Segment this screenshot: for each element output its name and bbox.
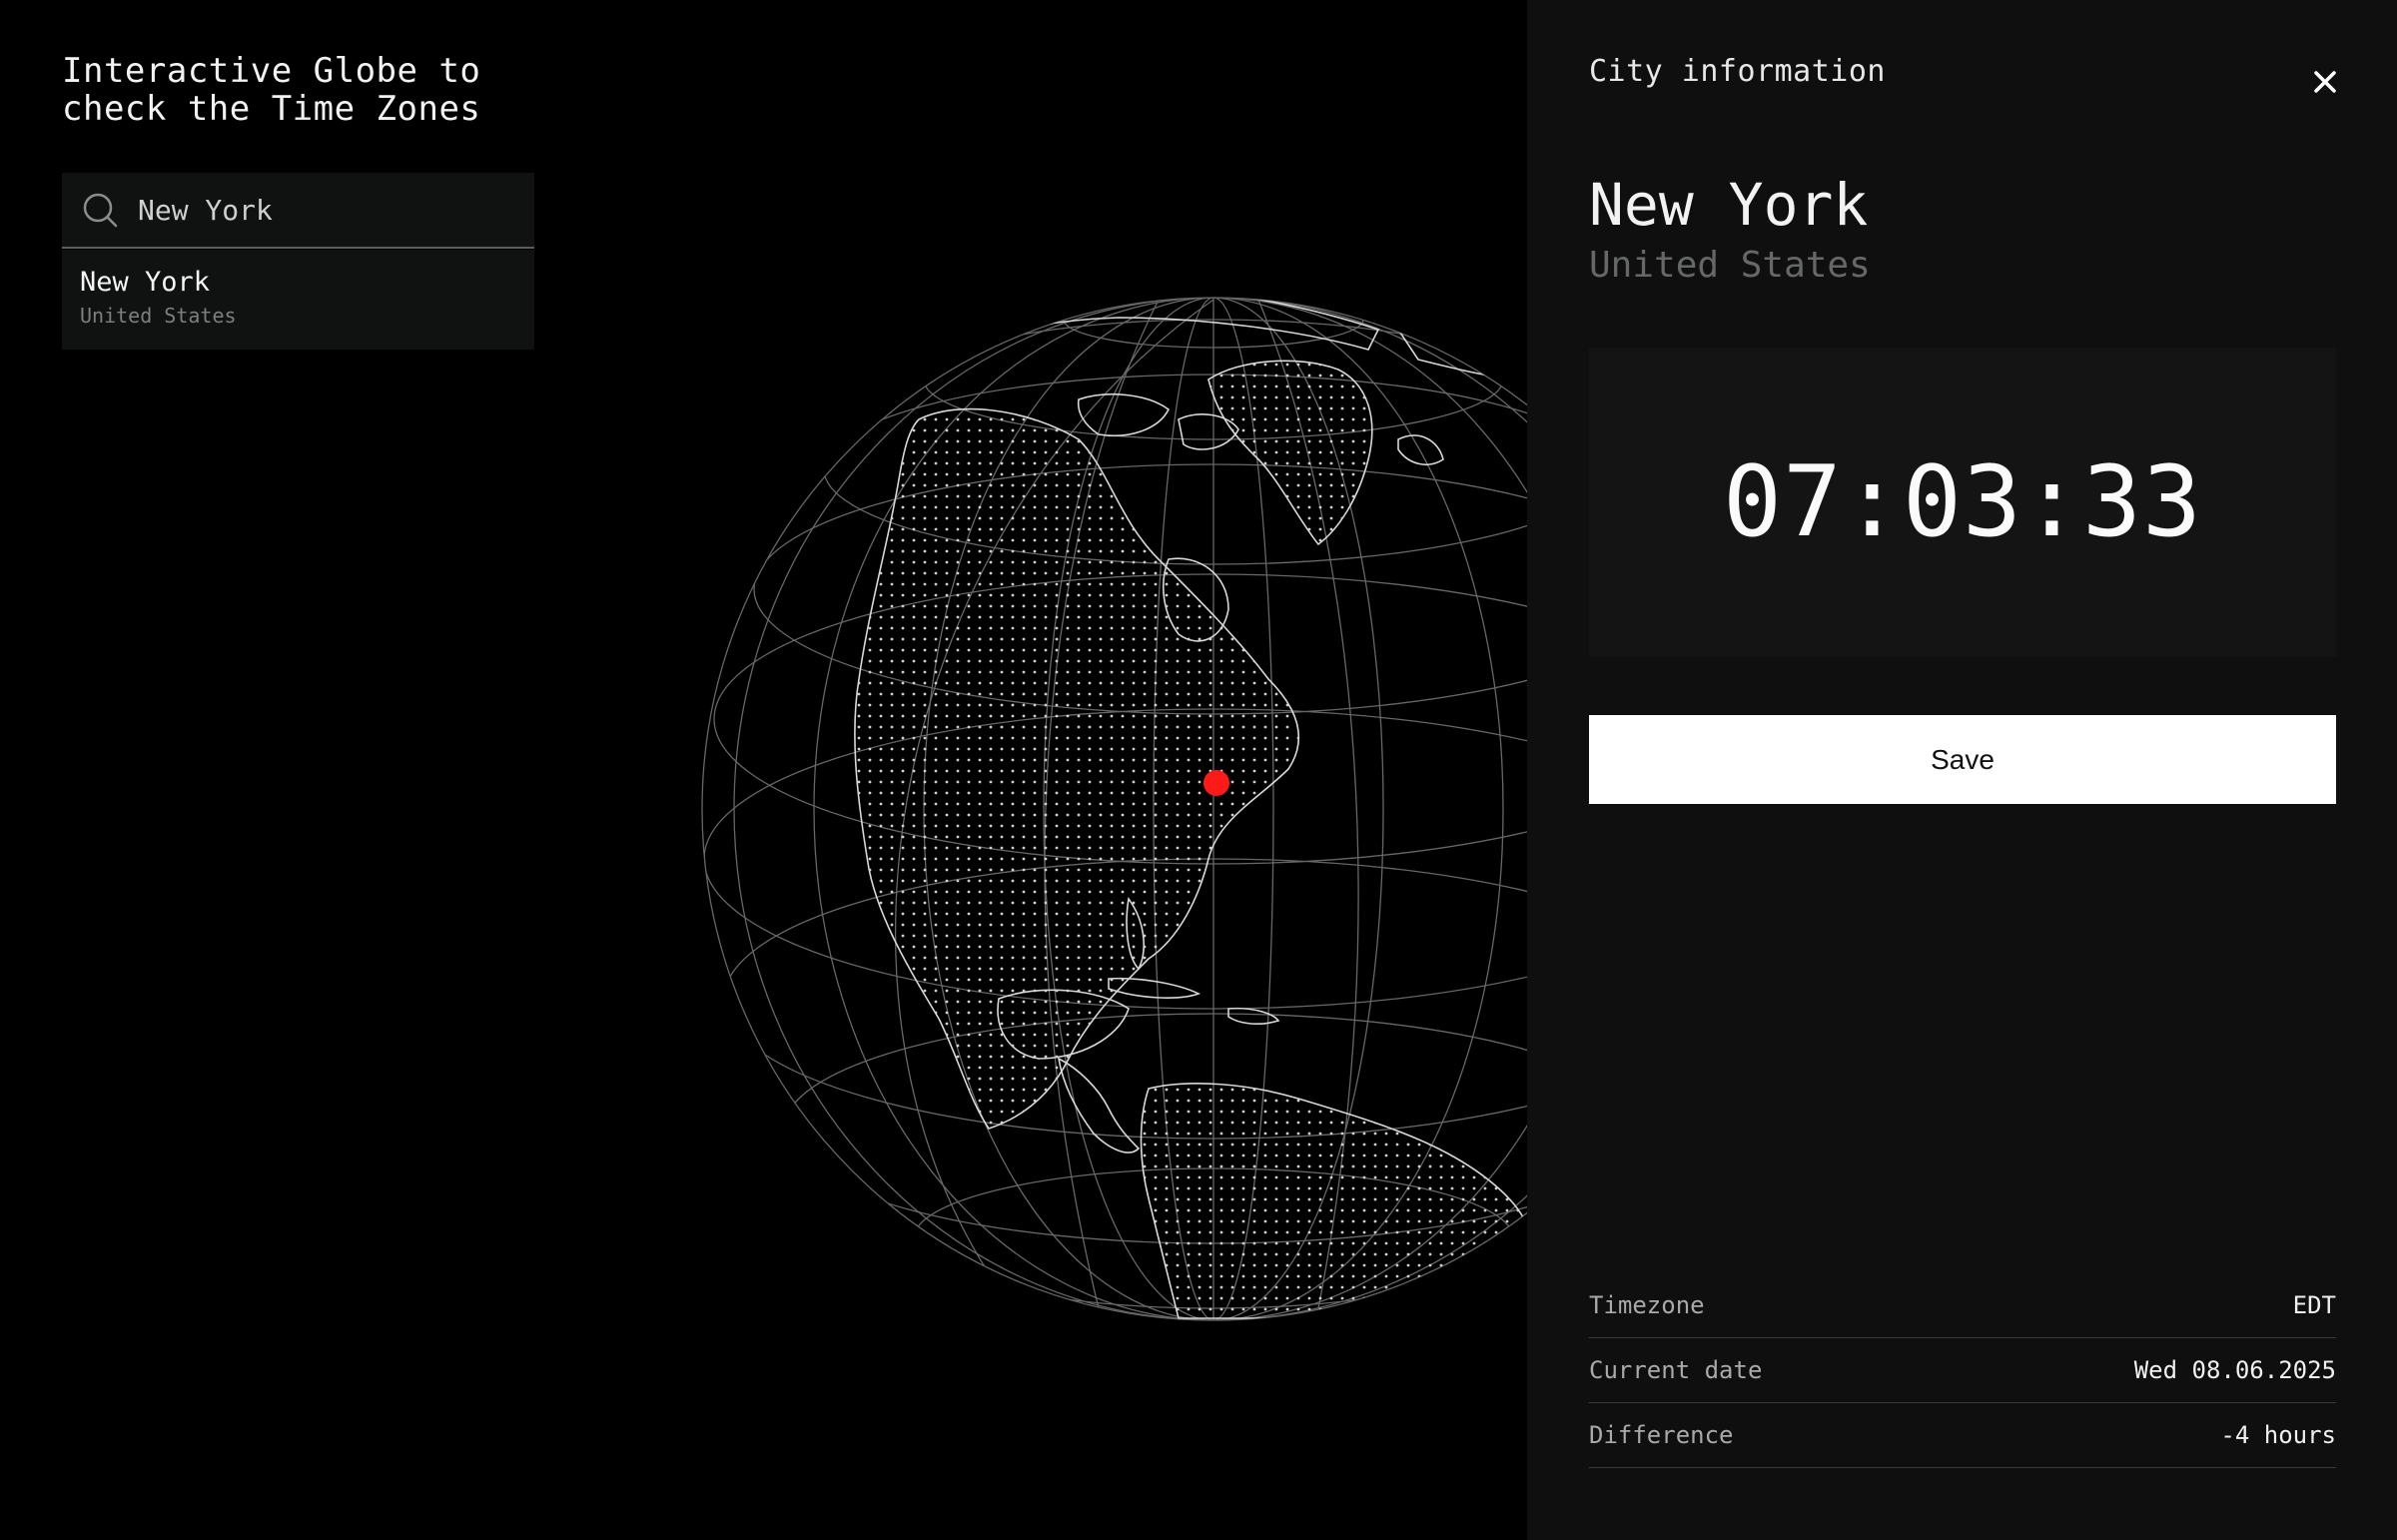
info-row-current-date: Current date Wed 08.06.2025 xyxy=(1589,1338,2336,1403)
info-label: Current date xyxy=(1589,1356,1763,1384)
result-country-name: United States xyxy=(80,304,237,328)
app-title: Interactive Globe to check the Time Zone… xyxy=(62,51,481,129)
search-icon xyxy=(83,193,118,228)
city-marker[interactable] xyxy=(1203,770,1229,796)
info-row-difference: Difference -4 hours xyxy=(1589,1403,2336,1468)
result-city-name: New York xyxy=(80,267,211,298)
info-value: Wed 08.06.2025 xyxy=(2133,1356,2336,1384)
close-icon[interactable] xyxy=(2305,62,2345,102)
clock-card: 07:03:33 xyxy=(1589,348,2336,657)
save-button[interactable]: Save xyxy=(1589,715,2336,804)
info-label: Timezone xyxy=(1589,1291,1705,1319)
city-name: New York xyxy=(1589,171,1869,239)
info-row-timezone: Timezone EDT xyxy=(1589,1273,2336,1338)
info-value: EDT xyxy=(2292,1291,2336,1319)
info-label: Difference xyxy=(1589,1421,1734,1449)
land-dots xyxy=(854,361,1528,1318)
search-input[interactable] xyxy=(138,180,534,240)
search-results: New York United States xyxy=(62,250,534,350)
info-value: -4 hours xyxy=(2220,1421,2336,1449)
info-list: Timezone EDT Current date Wed 08.06.2025… xyxy=(1589,1273,2336,1468)
clock-time: 07:03:33 xyxy=(1722,445,2202,559)
city-country: United States xyxy=(1589,245,1871,286)
city-info-panel: City information New York United States … xyxy=(1527,0,2397,1540)
search-box[interactable] xyxy=(62,173,534,249)
panel-title: City information xyxy=(1589,54,1886,89)
search-result-item[interactable]: New York United States xyxy=(62,250,534,350)
